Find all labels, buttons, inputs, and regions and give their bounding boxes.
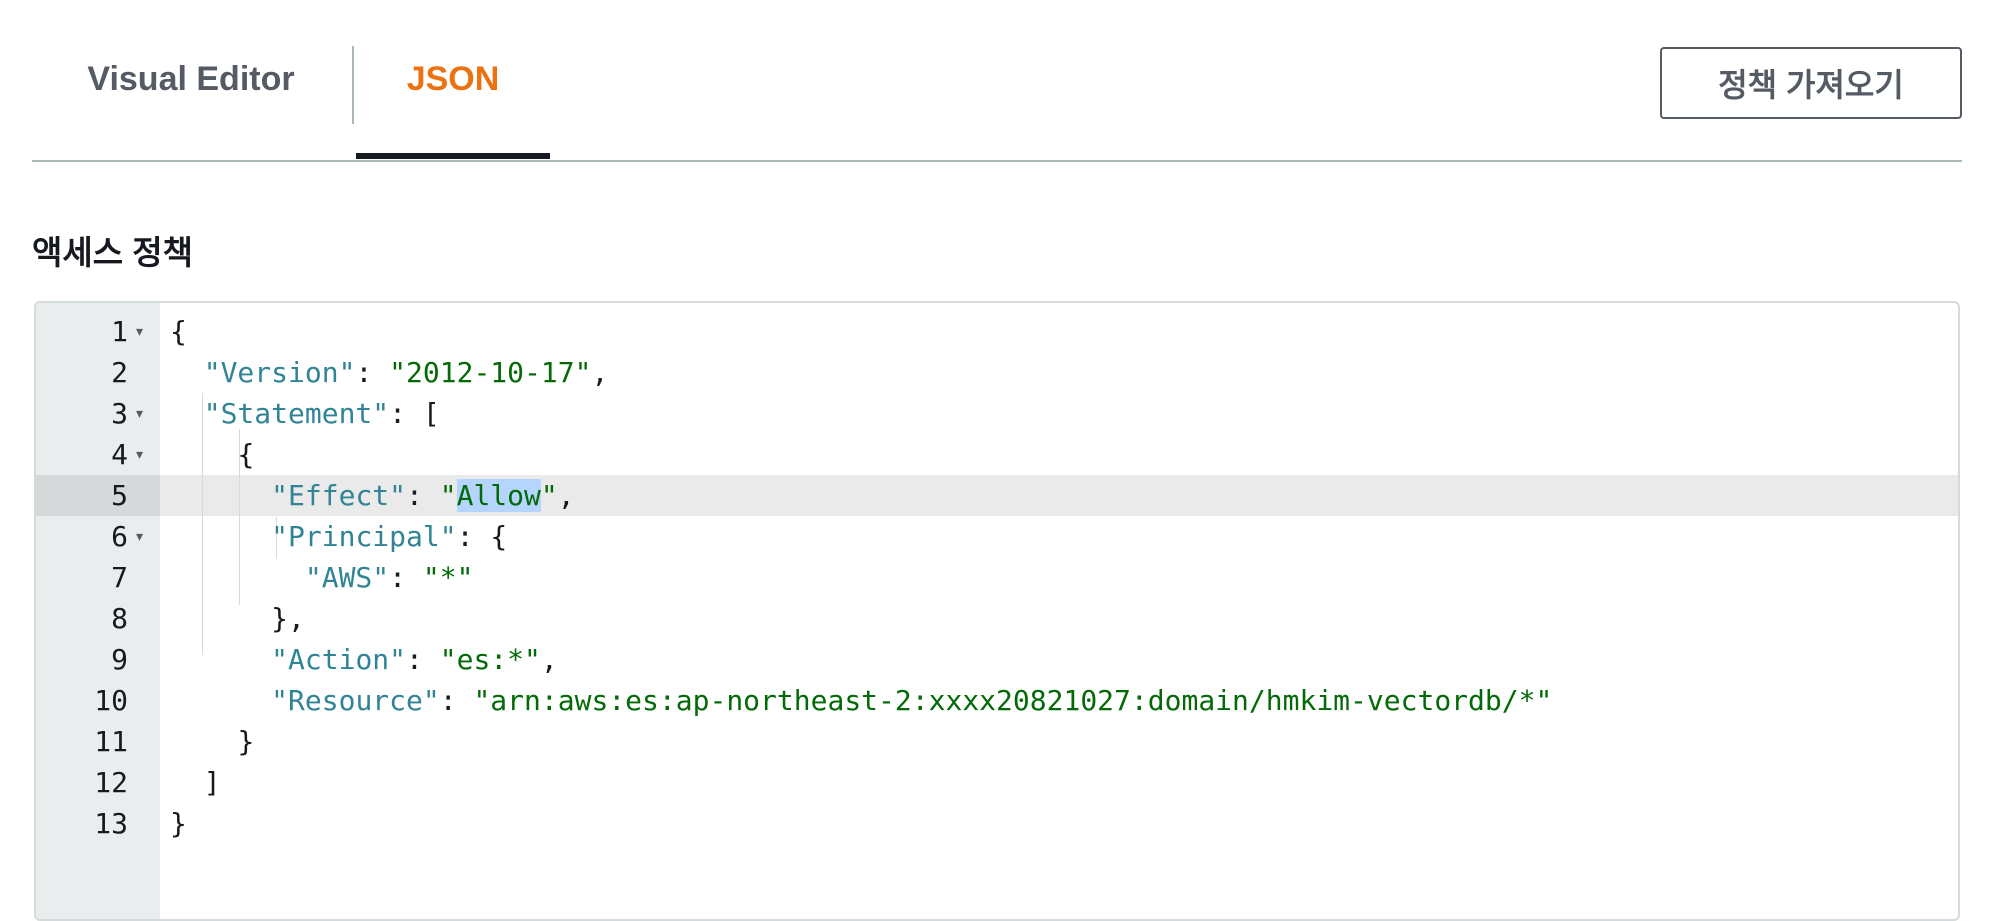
json-separator: : — [439, 684, 474, 717]
json-key: "Statement" — [203, 397, 390, 430]
code-text: "Principal": { — [170, 516, 507, 557]
json-value: "arn:aws:es:ap-northeast-2:xxxx20821027:… — [473, 684, 1553, 717]
json-punctuation: , — [540, 643, 558, 676]
json-value: " — [540, 479, 558, 512]
json-key: "Version" — [203, 356, 356, 389]
code-line[interactable]: 12 ] — [36, 762, 1958, 803]
line-number: 2 — [111, 356, 128, 389]
tab-divider — [352, 46, 354, 124]
json-punctuation: } — [170, 807, 187, 840]
line-number: 1 — [111, 315, 128, 348]
code-line[interactable]: 2 "Version": "2012-10-17", — [36, 352, 1958, 393]
line-number: 4 — [111, 438, 128, 471]
json-policy-editor[interactable]: 1 ▾ {2 "Version": "2012-10-17", 3 ▾ "Stateme… — [34, 301, 1960, 921]
chevron-down-icon[interactable]: ▾ — [136, 403, 143, 423]
json-punctuation: }, — [271, 602, 305, 635]
line-number: 5 — [111, 479, 128, 512]
code-line[interactable]: 11 } — [36, 721, 1958, 762]
line-number: 7 — [111, 561, 128, 594]
json-key: "AWS" — [304, 561, 390, 594]
tab-json[interactable]: JSON — [356, 0, 550, 158]
code-text: ] — [170, 762, 221, 803]
selected-text: Allow — [456, 479, 541, 512]
code-line[interactable]: 4 ▾ { — [36, 434, 1958, 475]
code-line[interactable]: 3 ▾ "Statement": [ — [36, 393, 1958, 434]
code-text: }, — [170, 598, 305, 639]
json-key: "Action" — [271, 643, 407, 676]
json-punctuation: { — [170, 315, 187, 348]
json-key: "Resource" — [271, 684, 440, 717]
line-number: 10 — [94, 684, 128, 717]
json-punctuation: , — [557, 479, 575, 512]
import-policy-button[interactable]: 정책 가져오기 — [1660, 47, 1962, 119]
line-number: 9 — [111, 643, 128, 676]
json-punctuation: { — [490, 520, 508, 553]
json-key: "Effect" — [271, 479, 407, 512]
json-key: "Principal" — [271, 520, 457, 553]
code-line[interactable]: 13} — [36, 803, 1958, 844]
code-text: } — [170, 721, 254, 762]
json-separator: : — [355, 356, 390, 389]
code-line[interactable]: 6 ▾ "Principal": { — [36, 516, 1958, 557]
json-separator: : — [389, 561, 423, 594]
line-number: 3 — [111, 397, 128, 430]
code-line[interactable]: 5 "Effect": "Allow", — [36, 475, 1958, 516]
code-line[interactable]: 7 "AWS": "*" — [36, 557, 1958, 598]
code-text: "Version": "2012-10-17", — [170, 352, 609, 393]
json-separator: : — [456, 520, 491, 553]
code-text: "Resource": "arn:aws:es:ap-northeast-2:x… — [170, 680, 1552, 721]
code-line[interactable]: 1 ▾ { — [36, 311, 1958, 352]
code-text: "Action": "es:*", — [170, 639, 558, 680]
json-separator: : — [389, 397, 423, 430]
chevron-down-icon[interactable]: ▾ — [136, 444, 143, 464]
access-policy-label: 액세스 정책 — [32, 234, 193, 271]
line-number: 6 — [111, 520, 128, 553]
json-separator: : — [406, 643, 440, 676]
line-number: 12 — [94, 766, 128, 799]
tab-visual-editor[interactable]: Visual Editor — [76, 0, 306, 158]
line-number: 11 — [94, 725, 128, 758]
code-line[interactable]: 9 "Action": "es:*", — [36, 639, 1958, 680]
json-punctuation: ] — [203, 766, 221, 799]
json-separator: : — [406, 479, 440, 512]
code-text: { — [170, 434, 254, 475]
json-value: "*" — [422, 561, 474, 594]
json-punctuation: [ — [422, 397, 440, 430]
code-text: "Statement": [ — [170, 393, 440, 434]
code-text: "Effect": "Allow", — [170, 475, 575, 516]
json-punctuation: { — [237, 438, 255, 471]
code-text: "AWS": "*" — [170, 557, 474, 598]
chevron-down-icon[interactable]: ▾ — [136, 526, 143, 546]
chevron-down-icon[interactable]: ▾ — [136, 321, 143, 341]
code-text: { — [170, 311, 187, 352]
line-number: 13 — [94, 807, 128, 840]
json-value: "es:*" — [439, 643, 541, 676]
code-line[interactable]: 8 }, — [36, 598, 1958, 639]
line-number: 8 — [111, 602, 128, 635]
json-value: " — [439, 479, 457, 512]
code-line[interactable]: 10 "Resource": "arn:aws:es:ap-northeast-… — [36, 680, 1958, 721]
code-text: } — [170, 803, 187, 844]
json-value: "2012-10-17" — [389, 356, 592, 389]
json-punctuation: , — [591, 356, 609, 389]
active-tab-indicator — [356, 153, 550, 159]
json-punctuation: } — [237, 725, 255, 758]
